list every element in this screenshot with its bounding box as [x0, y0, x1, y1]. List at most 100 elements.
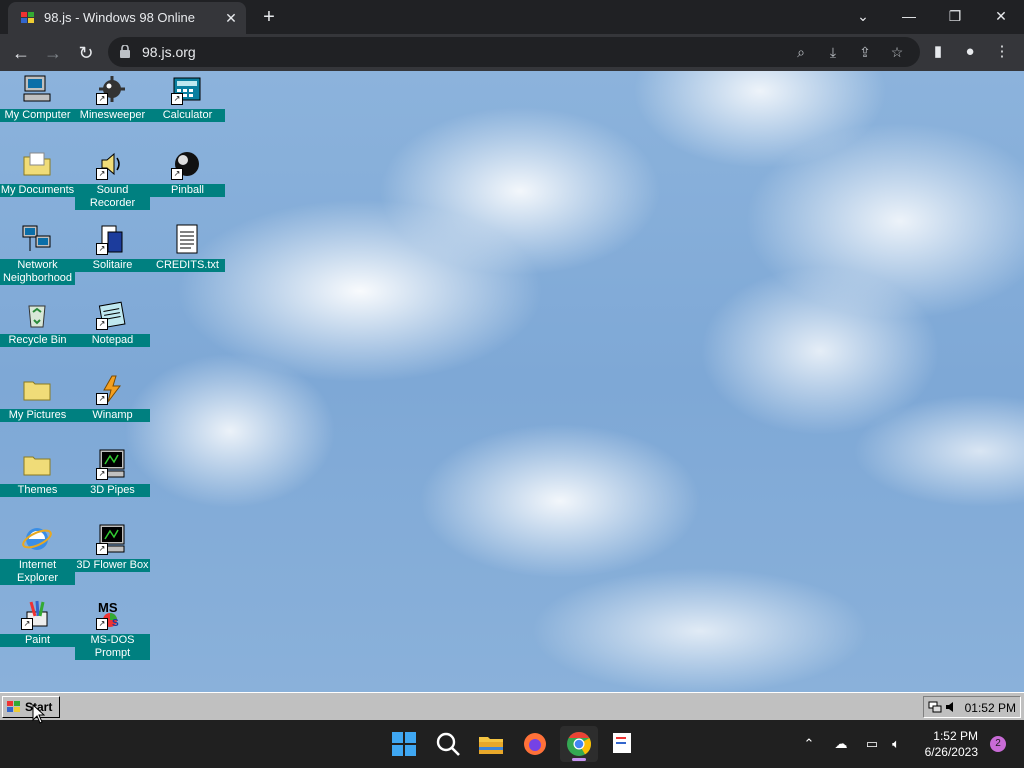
- reload-icon[interactable]: ↻: [73, 40, 99, 66]
- desktop-icon-winamp[interactable]: ↗ Winamp: [75, 373, 150, 448]
- screensaver-icon: ↗: [96, 448, 128, 480]
- desktop-icon-network-neighborhood[interactable]: Network Neighborhood: [0, 223, 75, 298]
- show-hidden-icons-icon[interactable]: ⌃: [799, 734, 819, 754]
- notepad-icon: ↗: [96, 298, 128, 330]
- desktop-icon-calculator[interactable]: ↗ Calculator: [150, 73, 225, 148]
- desktop-icon-notepad[interactable]: ↗ Notepad: [75, 298, 150, 373]
- menu-kebab-icon[interactable]: ⋮: [992, 42, 1012, 62]
- desktop-icon-label: 3D Flower Box: [75, 559, 150, 572]
- zoom-search-icon[interactable]: ⌕: [792, 43, 810, 61]
- volume-tray-icon[interactable]: [944, 700, 958, 714]
- desktop-icon-label: Recycle Bin: [0, 334, 75, 347]
- close-window-icon[interactable]: ✕: [978, 0, 1024, 32]
- desktop-icon-label: My Documents: [0, 184, 75, 197]
- clock-time: 1:52 PM: [933, 729, 978, 743]
- firefox-icon[interactable]: [521, 730, 549, 758]
- msdos-icon: MS S ↗: [96, 598, 128, 630]
- svg-text:MS: MS: [98, 600, 118, 615]
- network-tray-icon[interactable]: [928, 700, 942, 714]
- win98-desktop[interactable]: My Computer ↗ Minesweeper ↗ Calculator My Doc…: [0, 71, 1024, 692]
- paint-icon: ↗: [21, 598, 53, 630]
- file-explorer-icon[interactable]: [477, 730, 505, 758]
- desktop-icon-ms-dos-prompt[interactable]: MS S ↗ MS-DOS Prompt: [75, 598, 150, 673]
- desktop-icon-paint[interactable]: ↗ Paint: [0, 598, 75, 673]
- text-file-icon: [171, 223, 203, 255]
- profile-icon[interactable]: ●: [960, 42, 980, 62]
- url-text[interactable]: 98.js.org: [142, 44, 196, 60]
- install-app-icon[interactable]: ⤓: [824, 43, 842, 61]
- address-bar[interactable]: 98.js.org ⌕ ⤓ ⇪ ☆: [108, 37, 920, 67]
- recycle-bin-icon: [21, 298, 53, 330]
- win98-clock[interactable]: 01:52 PM: [965, 701, 1016, 715]
- forward-icon[interactable]: →: [40, 40, 66, 66]
- windows-logo-icon: [7, 701, 20, 712]
- desktop-icon-3d-pipes[interactable]: ↗ 3D Pipes: [75, 448, 150, 523]
- clock-date: 6/26/2023: [924, 745, 978, 759]
- windows98-favicon-icon: [21, 12, 34, 23]
- desktop-icon-solitaire[interactable]: ↗ Solitaire: [75, 223, 150, 298]
- minimize-icon[interactable]: —: [886, 0, 932, 32]
- start-button[interactable]: Start: [2, 696, 60, 718]
- minesweeper-icon: ↗: [96, 73, 128, 105]
- win11-clock[interactable]: 1:52 PM 6/26/2023: [925, 728, 978, 760]
- desktop-icon-label: Paint: [0, 634, 75, 647]
- desktop-icon-my-pictures[interactable]: My Pictures: [0, 373, 75, 448]
- desktop-icon-label: Network Neighborhood: [0, 259, 75, 285]
- shortcut-arrow-icon: ↗: [96, 618, 108, 630]
- snipping-tool-icon[interactable]: [608, 730, 636, 758]
- chrome-icon: [567, 732, 592, 756]
- side-panel-icon[interactable]: ▮: [928, 42, 948, 62]
- screensaver-icon: ↗: [96, 523, 128, 555]
- desktop-icon-recycle-bin[interactable]: Recycle Bin: [0, 298, 75, 373]
- chrome-taskbar-button[interactable]: [560, 726, 598, 762]
- desktop-icon-label: Minesweeper: [75, 109, 150, 122]
- desktop-icon-label: MS-DOS Prompt: [75, 634, 150, 660]
- browser-tab[interactable]: 98.js - Windows 98 Online ✕: [8, 2, 246, 34]
- active-app-indicator: [572, 758, 586, 761]
- shortcut-arrow-icon: ↗: [96, 318, 108, 330]
- tab-search-dropdown-icon[interactable]: ⌄: [840, 0, 886, 32]
- desktop-icon-label: Winamp: [75, 409, 150, 422]
- network-icon[interactable]: ▭: [862, 734, 882, 754]
- desktop-icon-themes[interactable]: Themes: [0, 448, 75, 523]
- svg-text:S: S: [112, 618, 119, 629]
- desktop-icon-3d-flower-box[interactable]: ↗ 3D Flower Box: [75, 523, 150, 598]
- winamp-icon: ↗: [96, 373, 128, 405]
- shortcut-arrow-icon: ↗: [171, 93, 183, 105]
- shortcut-arrow-icon: ↗: [96, 468, 108, 480]
- calculator-icon: ↗: [171, 73, 203, 105]
- share-icon[interactable]: ⇪: [856, 43, 874, 61]
- desktop-icon-label: Solitaire: [75, 259, 150, 272]
- shortcut-arrow-icon: ↗: [171, 168, 183, 180]
- shortcut-arrow-icon: ↗: [96, 543, 108, 555]
- network-icon: [21, 223, 53, 255]
- desktop-icon-credits-txt[interactable]: CREDITS.txt: [150, 223, 225, 298]
- volume-icon[interactable]: 🔈︎: [886, 734, 906, 754]
- shortcut-arrow-icon: ↗: [96, 243, 108, 255]
- sound-recorder-icon: ↗: [96, 148, 128, 180]
- start-icon[interactable]: [390, 730, 418, 758]
- search-icon[interactable]: [434, 730, 462, 758]
- desktop-icon-my-documents[interactable]: My Documents: [0, 148, 75, 223]
- bookmark-star-icon[interactable]: ☆: [888, 43, 906, 61]
- internet-explorer-icon: [21, 523, 53, 555]
- new-tab-icon[interactable]: +: [258, 6, 280, 28]
- back-icon[interactable]: ←: [8, 40, 34, 66]
- desktop-icon-my-computer[interactable]: My Computer: [0, 73, 75, 148]
- desktop-icon-label: My Computer: [0, 109, 75, 122]
- shortcut-arrow-icon: ↗: [96, 93, 108, 105]
- desktop-icon-internet-explorer[interactable]: Internet Explorer: [0, 523, 75, 598]
- desktop-icon-sound-recorder[interactable]: ↗ Sound Recorder: [75, 148, 150, 223]
- onedrive-icon[interactable]: ☁: [831, 734, 851, 754]
- computer-icon: [21, 73, 53, 105]
- notification-badge[interactable]: 2: [990, 736, 1006, 752]
- pinball-icon: ↗: [171, 148, 203, 180]
- win98-taskbar: Start 01:52 PM: [0, 692, 1024, 720]
- restore-icon[interactable]: ❐: [932, 0, 978, 32]
- system-tray: 01:52 PM: [923, 696, 1021, 718]
- close-tab-icon[interactable]: ✕: [222, 9, 240, 27]
- browser-toolbar: ← → ↻ 98.js.org ⌕ ⤓ ⇪ ☆ ▮ ● ⋮: [0, 34, 1024, 71]
- desktop-icon-minesweeper[interactable]: ↗ Minesweeper: [75, 73, 150, 148]
- mouse-cursor-icon: [32, 704, 46, 724]
- desktop-icon-pinball[interactable]: ↗ Pinball: [150, 148, 225, 223]
